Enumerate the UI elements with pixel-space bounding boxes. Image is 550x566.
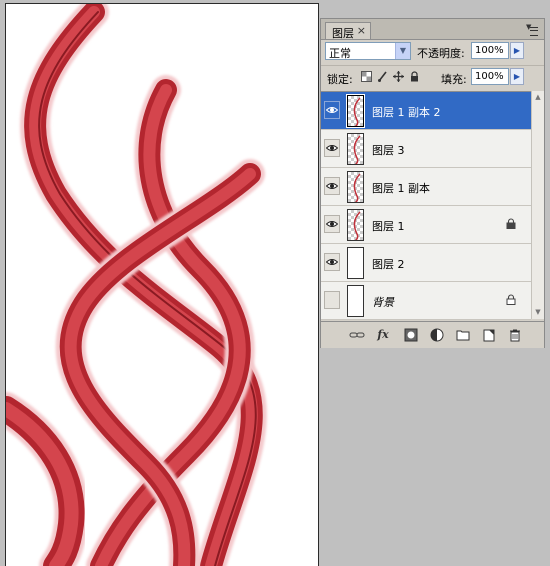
- layer-thumbnail: [346, 94, 365, 128]
- fill-value: 100%: [475, 71, 504, 82]
- link-layers-icon[interactable]: [349, 327, 365, 343]
- fill-slider-button[interactable]: ▶: [510, 68, 524, 85]
- lock-pixels-brush-icon[interactable]: [377, 71, 388, 82]
- adjustment-layer-icon[interactable]: [429, 327, 445, 343]
- eye-icon: [326, 259, 338, 265]
- lock-transparent-icon[interactable]: [361, 71, 372, 82]
- visibility-toggle[interactable]: [324, 101, 340, 119]
- visibility-toggle[interactable]: [324, 215, 340, 233]
- visibility-toggle[interactable]: [324, 253, 340, 271]
- opacity-slider-button[interactable]: ▶: [510, 42, 524, 59]
- lock-icon: [506, 218, 516, 229]
- layer-thumbnail: [347, 171, 364, 203]
- layer-list: 图层 1 副本 2 图层 3 图层 1 副本 图层 1 图层 2 背景: [321, 91, 531, 320]
- layer-row[interactable]: 图层 3: [321, 130, 531, 168]
- eye-icon: [326, 221, 338, 227]
- layers-toolbar: fx: [321, 321, 544, 348]
- trash-icon[interactable]: [507, 327, 523, 343]
- lock-all-icon[interactable]: [409, 71, 420, 82]
- layer-name: 图层 1: [372, 220, 405, 233]
- layer-row[interactable]: 图层 1 副本: [321, 168, 531, 206]
- layer-row[interactable]: 图层 1 副本 2: [321, 92, 531, 130]
- panel-tab-bar: 图层 × ▼: [321, 19, 544, 40]
- layer-list-scrollbar[interactable]: ▲ ▼: [531, 91, 544, 319]
- panel-menu-icon[interactable]: ▼: [526, 22, 538, 36]
- red-curves-artwork: [6, 4, 267, 566]
- scroll-down-icon[interactable]: ▼: [532, 306, 544, 319]
- tab-layers-label: 图层: [332, 27, 354, 40]
- layer-name: 背景: [372, 296, 394, 309]
- layer-name: 图层 3: [372, 144, 405, 157]
- opacity-input[interactable]: 100%: [471, 42, 509, 59]
- visibility-toggle[interactable]: [324, 291, 340, 309]
- lock-label: 锁定:: [327, 73, 353, 86]
- layer-thumbnail: [347, 209, 364, 241]
- lock-icon: [506, 294, 516, 305]
- lock-position-move-icon[interactable]: [393, 71, 404, 82]
- new-layer-icon[interactable]: [481, 327, 497, 343]
- layer-thumbnail: [347, 247, 364, 279]
- fill-label: 填充:: [441, 73, 467, 86]
- tab-layers[interactable]: 图层 ×: [325, 22, 371, 40]
- opacity-value: 100%: [475, 45, 504, 56]
- fx-icon[interactable]: fx: [375, 327, 391, 343]
- eye-icon: [326, 183, 338, 189]
- layer-name: 图层 2: [372, 258, 405, 271]
- opacity-label: 不透明度:: [417, 47, 465, 60]
- blend-mode-value: 正常: [329, 47, 351, 60]
- blend-mode-select[interactable]: 正常 ▼: [325, 42, 411, 60]
- eye-icon: [326, 107, 338, 113]
- layer-row[interactable]: 图层 1: [321, 206, 531, 244]
- layer-name: 图层 1 副本 2: [372, 106, 441, 119]
- layers-panel: 图层 × ▼ 正常 ▼ 不透明度: 100% ▶ 锁定: 填充: 100% ▶ …: [320, 18, 545, 348]
- add-mask-icon[interactable]: [403, 327, 419, 343]
- layer-thumbnail: [347, 285, 364, 317]
- new-group-icon[interactable]: [455, 327, 471, 343]
- layer-thumbnail: [347, 133, 364, 165]
- layer-name: 图层 1 副本: [372, 182, 430, 195]
- close-icon[interactable]: ×: [357, 24, 366, 37]
- blend-opacity-row: 正常 ▼ 不透明度: 100% ▶: [321, 41, 544, 63]
- scroll-up-icon[interactable]: ▲: [532, 91, 544, 104]
- fill-input[interactable]: 100%: [471, 68, 509, 85]
- visibility-toggle[interactable]: [324, 139, 340, 157]
- visibility-toggle[interactable]: [324, 177, 340, 195]
- lock-fill-row: 锁定: 填充: 100% ▶: [321, 65, 544, 88]
- chevron-down-icon[interactable]: ▼: [395, 43, 410, 59]
- eye-icon: [326, 145, 338, 151]
- layer-row[interactable]: 图层 2: [321, 244, 531, 282]
- layer-row[interactable]: 背景: [321, 282, 531, 320]
- document-canvas[interactable]: [5, 3, 319, 566]
